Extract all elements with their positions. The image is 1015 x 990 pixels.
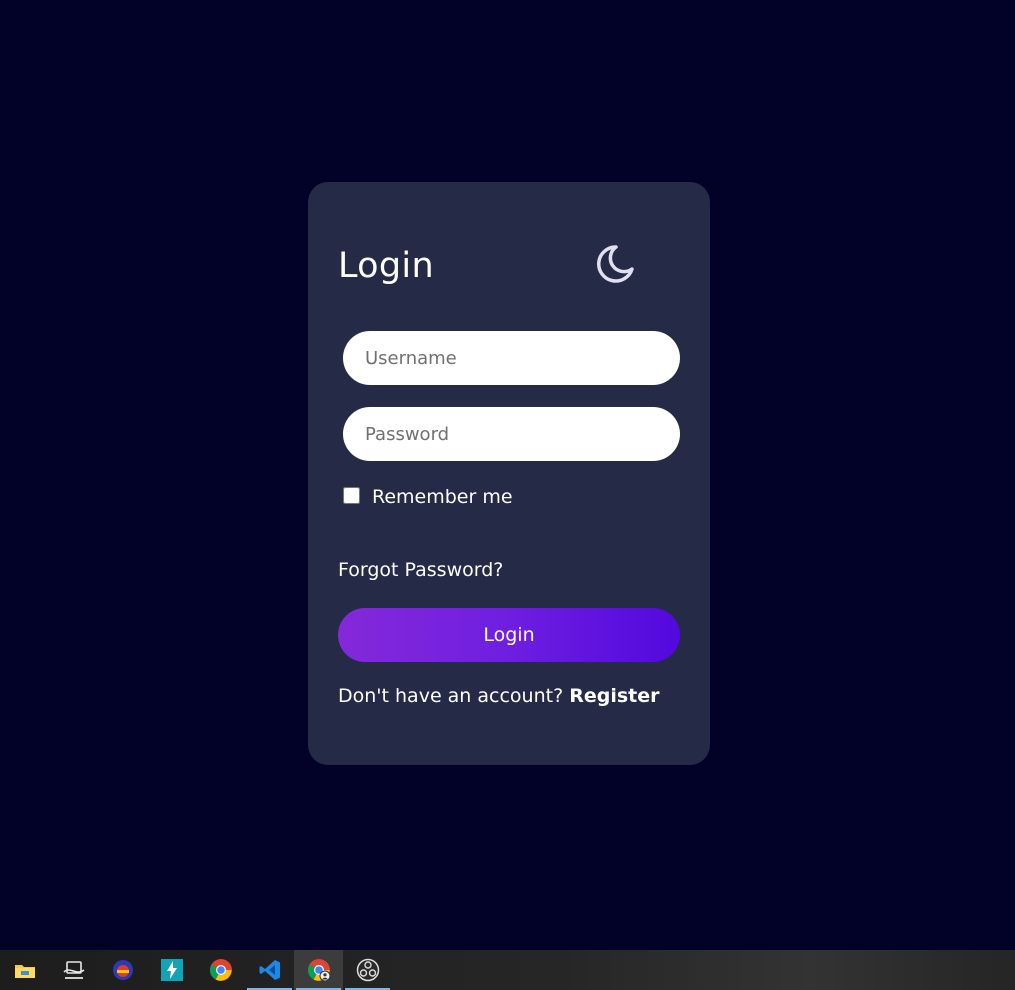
register-prompt: Don't have an account?	[338, 685, 564, 707]
terminal-app-icon	[62, 961, 84, 979]
taskbar	[0, 950, 1015, 990]
vscode-icon	[259, 960, 280, 980]
red-blue-app-icon	[112, 960, 133, 980]
register-link[interactable]: Register	[569, 685, 659, 707]
register-line: Don't have an account? Register	[338, 685, 660, 707]
taskbar-chrome-profile[interactable]	[294, 950, 343, 990]
login-button[interactable]: Login	[338, 608, 680, 662]
bolt-app-icon	[160, 959, 183, 981]
file-explorer-icon	[14, 965, 35, 978]
password-input[interactable]	[343, 407, 680, 461]
theme-toggle-button[interactable]	[592, 242, 636, 286]
taskbar-vscode[interactable]	[245, 950, 294, 990]
chrome-icon	[209, 959, 232, 981]
obs-icon	[356, 958, 379, 982]
username-input[interactable]	[343, 331, 680, 385]
page: Login Remember me Forgot Password? Login…	[0, 0, 1015, 990]
login-card: Login Remember me Forgot Password? Login…	[308, 182, 710, 765]
remember-me[interactable]: Remember me	[343, 486, 513, 508]
page-title: Login	[338, 246, 434, 286]
taskbar-chrome[interactable]	[196, 950, 245, 990]
taskbar-file-explorer[interactable]	[0, 950, 49, 990]
taskbar-obs[interactable]	[343, 950, 392, 990]
moon-icon	[597, 245, 634, 283]
taskbar-red-blue-app[interactable]	[98, 950, 147, 990]
remember-me-label: Remember me	[372, 486, 513, 508]
forgot-password-link[interactable]: Forgot Password?	[338, 559, 503, 581]
taskbar-terminal-app[interactable]	[49, 950, 98, 990]
taskbar-bolt-app[interactable]	[147, 950, 196, 990]
remember-me-checkbox[interactable]	[343, 487, 360, 504]
chrome-profile-icon	[307, 959, 330, 982]
